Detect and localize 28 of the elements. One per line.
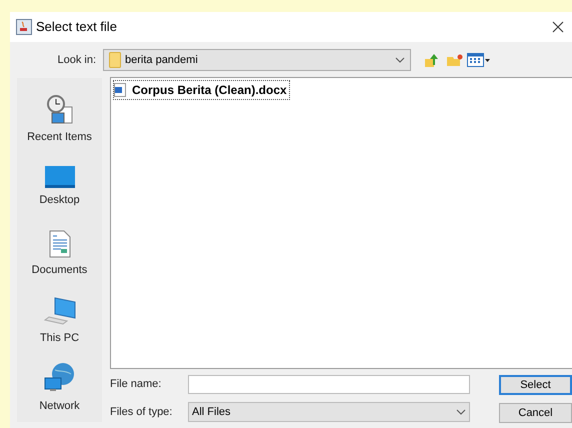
- dialog-button[interactable]: Select: [499, 375, 572, 395]
- close-icon: [552, 21, 564, 33]
- file-item[interactable]: Corpus Berita (Clean).docx: [113, 80, 290, 100]
- places-item[interactable]: Desktop: [17, 153, 102, 220]
- view-menu-button[interactable]: [467, 51, 490, 69]
- places-item[interactable]: Recent Items: [17, 86, 102, 154]
- word-document-icon: [114, 83, 126, 97]
- look-in-label: Look in:: [56, 52, 97, 68]
- files-of-type-label: Files of type:: [110, 404, 174, 420]
- chevron-down-icon: [395, 57, 405, 63]
- dialog-button[interactable]: Cancel: [499, 403, 572, 423]
- places-item[interactable]: Documents: [17, 220, 102, 288]
- desktop-icon: [44, 166, 74, 188]
- caret-icon: [485, 58, 490, 62]
- window-title: Select text file: [36, 18, 117, 36]
- file-name-label: File name:: [110, 377, 162, 392]
- places-item[interactable]: This PC: [17, 288, 102, 355]
- places-item[interactable]: Network: [17, 354, 102, 422]
- document-icon: [48, 230, 70, 258]
- look-in-dropdown[interactable]: berita pandemi: [103, 49, 411, 71]
- chevron-down-icon: [456, 409, 466, 415]
- grid-view-icon: [467, 53, 484, 67]
- file-type-dropdown[interactable]: All Files: [188, 402, 470, 422]
- folder-icon: [109, 52, 121, 68]
- file-name-field[interactable]: [188, 375, 470, 394]
- computer-icon: [42, 296, 76, 326]
- folder-up-arrow-icon: [424, 52, 440, 68]
- new-folder-icon: [446, 53, 462, 67]
